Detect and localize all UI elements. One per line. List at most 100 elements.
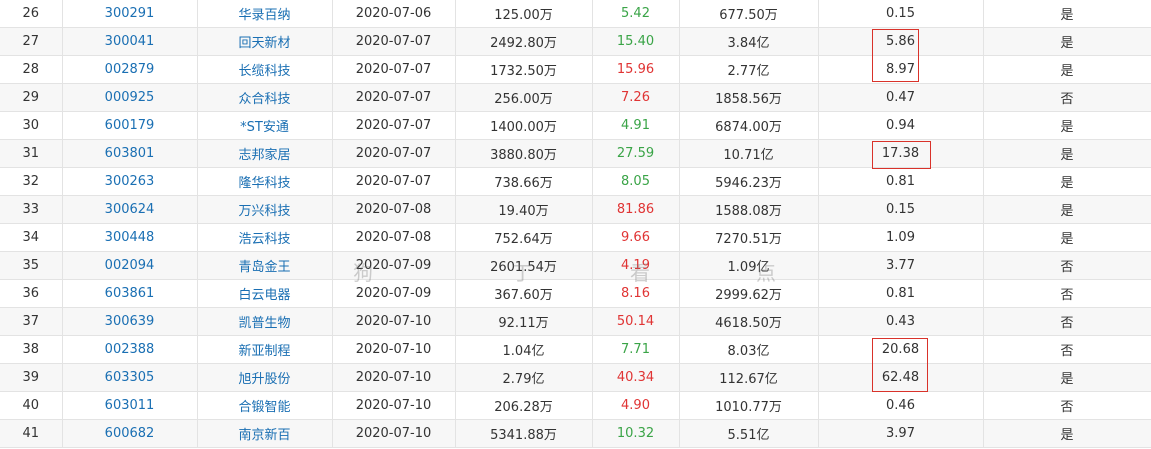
stock-code-link[interactable]: 000925 — [105, 90, 155, 105]
stock-name-cell[interactable]: 回天新材 — [197, 27, 333, 56]
value-cell: 0.15 — [818, 195, 984, 224]
stock-name-link[interactable]: 回天新材 — [238, 36, 290, 51]
stock-code-cell[interactable]: 603011 — [62, 391, 198, 420]
flag-text: 是 — [1060, 148, 1074, 163]
row-index: 34 — [0, 223, 63, 252]
stock-code-link[interactable]: 603801 — [105, 146, 155, 161]
stock-name-cell[interactable]: 白云电器 — [197, 279, 333, 308]
stock-name-cell[interactable]: 志邦家居 — [197, 139, 333, 168]
amount-text: 738.66万 — [494, 176, 553, 191]
flag-cell: 是 — [983, 27, 1151, 56]
stock-name-cell[interactable]: 合锻智能 — [197, 391, 333, 420]
stock-name-cell[interactable]: 浩云科技 — [197, 223, 333, 252]
row-index-text: 41 — [22, 426, 40, 441]
ratio-text: 4.19 — [621, 258, 650, 273]
flag-cell: 否 — [983, 335, 1151, 364]
stock-code-cell[interactable]: 300041 — [62, 27, 198, 56]
stock-code-cell[interactable]: 600179 — [62, 111, 198, 140]
value-cell: 0.47 — [818, 83, 984, 112]
stock-code-cell[interactable]: 603305 — [62, 363, 198, 392]
row-index: 40 — [0, 391, 63, 420]
market-text: 4618.50万 — [715, 316, 782, 331]
amount-text: 19.40万 — [498, 204, 549, 219]
table-row: 28 002879 长缆科技 2020-07-07 1732.50万 15.96 2.77亿… — [0, 55, 1151, 84]
stock-name-link[interactable]: *ST安通 — [240, 120, 289, 135]
stock-name-cell[interactable]: 凯普生物 — [197, 307, 333, 336]
ratio-text: 27.59 — [616, 146, 655, 161]
stock-code-cell[interactable]: 300291 — [62, 0, 198, 28]
ratio-cell: 15.96 — [592, 55, 680, 84]
stock-name-link[interactable]: 华录百纳 — [238, 8, 290, 23]
amount-cell: 19.40万 — [455, 195, 593, 224]
stock-code-link[interactable]: 603305 — [105, 370, 155, 385]
stock-name-cell[interactable]: 长缆科技 — [197, 55, 333, 84]
stock-name-cell[interactable]: 青岛金王 — [197, 251, 333, 280]
stock-code-link[interactable]: 002879 — [105, 62, 155, 77]
stock-code-cell[interactable]: 300263 — [62, 167, 198, 196]
stock-name-link[interactable]: 万兴科技 — [238, 204, 290, 219]
stock-name-cell[interactable]: 新亚制程 — [197, 335, 333, 364]
value-text: 0.15 — [886, 6, 915, 21]
stock-code-link[interactable]: 603011 — [105, 398, 155, 413]
row-index-text: 32 — [22, 174, 40, 189]
stock-code-cell[interactable]: 603801 — [62, 139, 198, 168]
stock-name-cell[interactable]: 旭升股份 — [197, 363, 333, 392]
stock-code-cell[interactable]: 603861 — [62, 279, 198, 308]
stock-code-cell[interactable]: 300624 — [62, 195, 198, 224]
amount-cell: 5341.88万 — [455, 419, 593, 448]
value-text: 62.48 — [881, 370, 920, 385]
stock-name-link[interactable]: 众合科技 — [238, 92, 290, 107]
stock-code-cell[interactable]: 000925 — [62, 83, 198, 112]
stock-code-link[interactable]: 002388 — [105, 342, 155, 357]
stock-name-link[interactable]: 白云电器 — [238, 288, 290, 303]
stock-code-cell[interactable]: 002388 — [62, 335, 198, 364]
stock-code-link[interactable]: 002094 — [105, 258, 155, 273]
amount-cell: 1732.50万 — [455, 55, 593, 84]
stock-name-link[interactable]: 新亚制程 — [238, 344, 290, 359]
stock-name-cell[interactable]: 华录百纳 — [197, 0, 333, 28]
stock-name-link[interactable]: 志邦家居 — [238, 148, 290, 163]
stock-name-link[interactable]: 长缆科技 — [238, 64, 290, 79]
value-cell: 0.46 — [818, 391, 984, 420]
stock-code-link[interactable]: 300041 — [105, 34, 155, 49]
row-index: 28 — [0, 55, 63, 84]
stock-name-cell[interactable]: 南京新百 — [197, 419, 333, 448]
stock-code-link[interactable]: 600682 — [105, 426, 155, 441]
stock-name-cell[interactable]: 万兴科技 — [197, 195, 333, 224]
stock-name-cell[interactable]: *ST安通 — [197, 111, 333, 140]
stock-code-link[interactable]: 300291 — [105, 6, 155, 21]
amount-cell: 738.66万 — [455, 167, 593, 196]
table-row: 41 600682 南京新百 2020-07-10 5341.88万 10.32 5.51亿… — [0, 419, 1151, 448]
stock-name-link[interactable]: 合锻智能 — [238, 400, 290, 415]
stock-code-link[interactable]: 300639 — [105, 314, 155, 329]
stock-name-link[interactable]: 青岛金王 — [238, 260, 290, 275]
market-text: 7270.51万 — [715, 232, 782, 247]
stock-code-link[interactable]: 603861 — [105, 286, 155, 301]
flag-cell: 否 — [983, 83, 1151, 112]
stock-code-cell[interactable]: 300448 — [62, 223, 198, 252]
stock-name-link[interactable]: 浩云科技 — [238, 232, 290, 247]
stock-name-cell[interactable]: 众合科技 — [197, 83, 333, 112]
stock-name-link[interactable]: 旭升股份 — [238, 372, 290, 387]
stock-name-link[interactable]: 凯普生物 — [238, 316, 290, 331]
stock-name-cell[interactable]: 隆华科技 — [197, 167, 333, 196]
stock-name-link[interactable]: 隆华科技 — [238, 176, 290, 191]
stock-code-link[interactable]: 300448 — [105, 230, 155, 245]
stock-code-link[interactable]: 300263 — [105, 174, 155, 189]
value-cell: 3.97 — [818, 419, 984, 448]
stock-name-link[interactable]: 南京新百 — [238, 428, 290, 443]
ratio-cell: 5.42 — [592, 0, 680, 28]
stock-code-cell[interactable]: 600682 — [62, 419, 198, 448]
stock-code-link[interactable]: 600179 — [105, 118, 155, 133]
flag-text: 是 — [1060, 176, 1074, 191]
ratio-cell: 8.16 — [592, 279, 680, 308]
row-index-text: 40 — [22, 398, 40, 413]
stock-code-cell[interactable]: 002879 — [62, 55, 198, 84]
amount-cell: 3880.80万 — [455, 139, 593, 168]
ratio-cell: 10.32 — [592, 419, 680, 448]
market-text: 677.50万 — [719, 8, 778, 23]
stock-code-link[interactable]: 300624 — [105, 202, 155, 217]
stock-code-cell[interactable]: 002094 — [62, 251, 198, 280]
value-text: 0.94 — [886, 118, 915, 133]
stock-code-cell[interactable]: 300639 — [62, 307, 198, 336]
